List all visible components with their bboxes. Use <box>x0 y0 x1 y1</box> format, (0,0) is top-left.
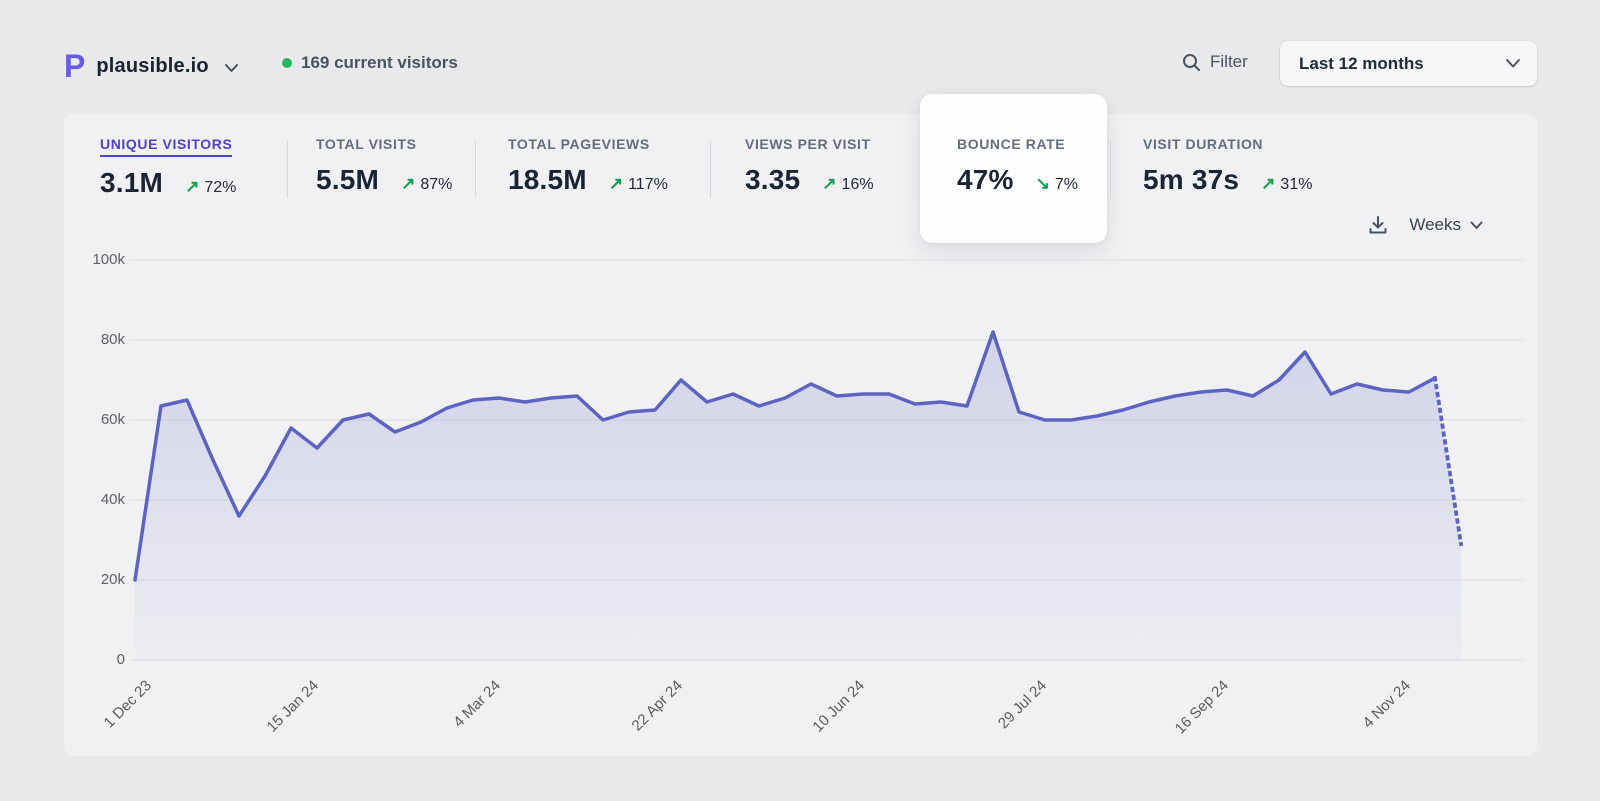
stat-value: 18.5M <box>508 164 587 196</box>
x-tick-label: 10 Jun 24 <box>810 677 869 736</box>
stat-label: TOTAL VISITS <box>316 136 417 152</box>
y-tick-label: 0 <box>64 650 125 670</box>
date-range-select[interactable]: Last 12 months <box>1280 41 1537 86</box>
trend-arrow-icon: ↗ <box>185 177 199 197</box>
search-icon <box>1182 53 1201 72</box>
filter-button[interactable]: Filter <box>1182 52 1248 72</box>
x-tick-label: 1 Dec 23 <box>101 677 155 731</box>
trend-arrow-icon: ↗ <box>1261 174 1275 194</box>
current-visitors[interactable]: 169 current visitors <box>282 53 458 73</box>
stat-card-total-visits[interactable]: TOTAL VISITS 5.5M ↗ 87% <box>316 136 452 196</box>
current-visitors-label: 169 current visitors <box>301 53 458 73</box>
plausible-logo-icon: P <box>64 48 85 84</box>
interval-label: Weeks <box>1409 215 1461 235</box>
live-dot-icon <box>282 58 292 68</box>
interval-picker[interactable]: Weeks <box>1409 215 1483 235</box>
chart-canvas <box>130 250 1523 670</box>
stat-card-unique-visitors[interactable]: UNIQUE VISITORS 3.1M ↗ 72% <box>100 136 236 199</box>
dashboard-panel: UNIQUE VISITORS 3.1M ↗ 72% TOTAL VISITS … <box>64 114 1537 756</box>
date-range-value: Last 12 months <box>1299 54 1505 74</box>
y-tick-label: 100k <box>64 250 125 270</box>
stat-card-views-per-visit[interactable]: VIEWS PER VISIT 3.35 ↗ 16% <box>745 136 874 196</box>
stat-card-visit-duration[interactable]: VISIT DURATION 5m 37s ↗ 31% <box>1143 136 1312 196</box>
chart-area-fill <box>135 332 1461 660</box>
stat-change-percent: 87% <box>420 176 452 194</box>
filter-label: Filter <box>1210 52 1248 72</box>
stat-change-percent: 117% <box>628 176 668 194</box>
stat-label: TOTAL PAGEVIEWS <box>508 136 650 152</box>
stat-change-percent: 72% <box>204 179 236 197</box>
x-tick-label: 16 Sep 24 <box>1172 677 1232 737</box>
stat-value: 5m 37s <box>1143 164 1239 196</box>
stat-label: VIEWS PER VISIT <box>745 136 871 152</box>
x-tick-label: 15 Jan 24 <box>264 677 323 736</box>
trend-arrow-icon: ↘ <box>1036 174 1050 194</box>
x-tick-label: 4 Mar 24 <box>450 677 504 731</box>
stat-card-total-pageviews[interactable]: TOTAL PAGEVIEWS 18.5M ↗ 117% <box>508 136 668 196</box>
chevron-down-icon <box>1470 221 1483 230</box>
x-tick-label: 22 Apr 24 <box>629 677 686 734</box>
chevron-down-icon <box>1505 58 1521 69</box>
stat-divider <box>475 140 476 198</box>
stat-change-percent: 7% <box>1055 176 1078 194</box>
download-button[interactable] <box>1367 214 1389 236</box>
site-name: plausible.io <box>96 55 208 78</box>
stats-row: UNIQUE VISITORS 3.1M ↗ 72% TOTAL VISITS … <box>64 136 1537 228</box>
stat-value: 5.5M <box>316 164 379 196</box>
stat-value: 3.1M <box>100 167 163 199</box>
stat-label: VISIT DURATION <box>1143 136 1263 152</box>
download-icon <box>1367 214 1389 236</box>
y-tick-label: 80k <box>64 330 125 350</box>
stat-label: BOUNCE RATE <box>957 136 1065 152</box>
y-tick-label: 40k <box>64 490 125 510</box>
stat-divider <box>710 140 711 198</box>
stat-value: 47% <box>957 164 1014 196</box>
stat-divider <box>287 140 288 198</box>
trend-arrow-icon: ↗ <box>822 174 836 194</box>
stat-value: 3.35 <box>745 164 800 196</box>
trend-arrow-icon: ↗ <box>401 174 415 194</box>
stat-divider <box>918 140 919 198</box>
topbar: P plausible.io 169 current visitors Filt… <box>0 0 1600 110</box>
y-tick-label: 20k <box>64 570 125 590</box>
trend-arrow-icon: ↗ <box>609 174 623 194</box>
stat-label: UNIQUE VISITORS <box>100 136 232 157</box>
chart-controls: Weeks <box>1367 214 1483 236</box>
stat-card-bounce-rate[interactable]: BOUNCE RATE 47% ↘ 7% <box>957 136 1078 196</box>
x-tick-label: 4 Nov 24 <box>1360 677 1414 731</box>
stat-divider <box>1110 140 1111 198</box>
chevron-down-icon <box>224 63 239 73</box>
stat-change-percent: 31% <box>1280 176 1312 194</box>
site-switcher[interactable]: P plausible.io <box>64 46 239 86</box>
y-tick-label: 60k <box>64 410 125 430</box>
stat-change-percent: 16% <box>842 176 874 194</box>
x-tick-label: 29 Jul 24 <box>995 677 1050 732</box>
